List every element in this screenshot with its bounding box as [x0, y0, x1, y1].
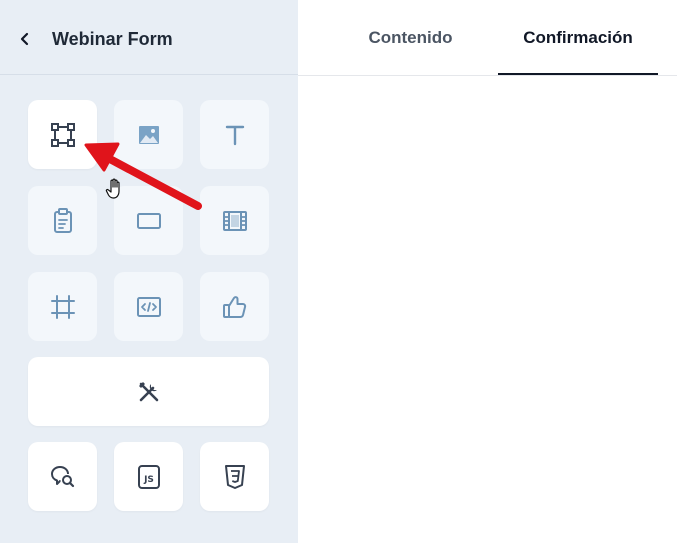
html-code-icon: [136, 296, 161, 317]
widget-javascript[interactable]: JS: [114, 442, 183, 511]
container-frame-icon: [50, 122, 75, 147]
css3-icon: [224, 464, 245, 489]
widget-section[interactable]: [28, 272, 97, 341]
chevron-left-icon: [20, 32, 29, 46]
back-button[interactable]: [14, 28, 36, 50]
widget-video[interactable]: [200, 186, 269, 255]
form-clipboard-icon: [53, 207, 72, 233]
search-chat-icon: [50, 465, 74, 487]
tab-contenido[interactable]: Contenido: [338, 0, 483, 76]
widget-form[interactable]: [28, 186, 97, 255]
button-rectangle-icon: [136, 212, 161, 229]
page-title: Webinar Form: [52, 29, 173, 49]
thumbs-up-icon: [222, 295, 246, 318]
widget-custom-tools[interactable]: [28, 357, 269, 426]
widget-social[interactable]: [200, 272, 269, 341]
sidebar-header: Webinar Form: [0, 0, 298, 75]
text-icon: [225, 125, 244, 145]
tab-bar: Contenido Confirmación: [298, 0, 677, 76]
widget-container[interactable]: [28, 100, 97, 169]
image-icon: [138, 125, 159, 144]
video-film-icon: [222, 210, 247, 231]
active-tab-indicator: [498, 73, 658, 75]
crop-frame-icon: [50, 294, 75, 319]
widget-css[interactable]: [200, 442, 269, 511]
widget-button[interactable]: [114, 186, 183, 255]
widget-html[interactable]: [114, 272, 183, 341]
widget-image[interactable]: [114, 100, 183, 169]
widget-search[interactable]: [28, 442, 97, 511]
tools-icon: [138, 381, 158, 401]
js-file-icon: JS: [137, 464, 160, 489]
tab-confirmacion[interactable]: Confirmación: [498, 0, 658, 76]
svg-text:JS: JS: [143, 475, 154, 485]
widget-text[interactable]: [200, 100, 269, 169]
widget-sidebar: Webinar Form JS: [0, 0, 298, 543]
